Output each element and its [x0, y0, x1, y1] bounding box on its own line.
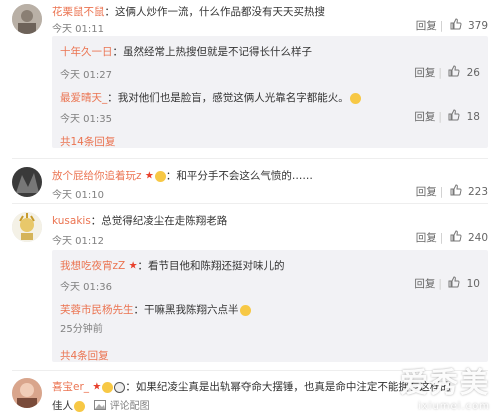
- like-count: 240: [467, 231, 488, 244]
- thumbs-up-icon[interactable]: [448, 65, 460, 80]
- comment-actions: 回复 | 240: [415, 230, 488, 245]
- reply-time: 今天 01:35: [60, 114, 112, 125]
- reply-body: 我想吃夜宵zZ ★：看节目他和陈翔还挺对味儿的: [60, 258, 285, 273]
- comment-body: 喜宝er_ ★ ：如果纪凌尘真是出轨幂夺命大摆锤，也真是命中注定不能拥有这样的: [52, 379, 451, 394]
- face-emoji-icon: [154, 170, 166, 182]
- avatar[interactable]: [12, 167, 42, 197]
- reply-text: ：我对他们也是脸盲，感觉这俩人光靠名字都能火。: [107, 92, 349, 104]
- thumbs-up-icon[interactable]: [450, 184, 462, 199]
- reply-body: 最爱晴天_：我对他们也是脸盲，感觉这俩人光靠名字都能火。: [60, 90, 361, 105]
- reply-body: 芙蓉市民杨先生：干嘛黑我陈翔六点半: [60, 302, 251, 317]
- reply-text: ：干嘛黑我陈翔六点半: [133, 304, 239, 316]
- comment-text: ：和平分手不会这么气愤的……: [165, 170, 313, 182]
- username[interactable]: 我想吃夜宵zZ: [60, 260, 125, 272]
- watermark-url: ixiumei.com: [417, 401, 490, 412]
- reply-button[interactable]: 回复: [416, 184, 437, 199]
- comment-text: ：总觉得纪凌尘在走陈翔老路: [90, 215, 228, 227]
- reply-time: 25分钟前: [60, 324, 103, 335]
- reply-body: 十年久一日：虽然经常上热搜但就是不记得长什么样子: [60, 44, 312, 59]
- comment-time: 今天 01:11: [52, 24, 104, 35]
- reply-actions: 回复 | 26: [414, 65, 480, 80]
- sweat-emoji-icon: [74, 400, 85, 412]
- comment-body: 花栗鼠不鼠：这俩人炒作一流，什么作品都没有天天买热搜: [52, 4, 325, 19]
- avatar[interactable]: [12, 212, 42, 242]
- reply-button[interactable]: 回复: [416, 18, 437, 33]
- reply-thread: 我想吃夜宵zZ ★：看节目他和陈翔还挺对味儿的 今天 01:36 回复 | 10 …: [52, 250, 488, 362]
- site-watermark: 爱秀美 ixiumei.com: [400, 361, 490, 412]
- reply-thread: 十年久一日：虽然经常上热搜但就是不记得长什么样子 今天 01:27 回复 | 26…: [52, 36, 488, 148]
- panda-emoji-icon: [114, 381, 126, 393]
- comment-body-cont: 佳人 评论配图: [52, 397, 150, 413]
- username[interactable]: 放个屁给你追着玩z: [52, 170, 142, 182]
- reply-actions: 回复 | 10: [414, 276, 480, 291]
- watermark-title: 爱秀美: [399, 366, 490, 399]
- comment-text: ：这俩人炒作一流，什么作品都没有天天买热搜: [104, 6, 326, 18]
- reply-time: 今天 01:27: [60, 70, 112, 81]
- thumbs-up-icon[interactable]: [450, 18, 462, 33]
- divider: [12, 158, 488, 159]
- reply-button[interactable]: 回复: [414, 65, 435, 80]
- username[interactable]: 花栗鼠不鼠: [52, 6, 105, 18]
- star-icon: ★: [128, 260, 138, 272]
- comment-time: 今天 01:12: [52, 236, 104, 247]
- like-count: 18: [466, 110, 480, 123]
- reply-button[interactable]: 回复: [414, 109, 435, 124]
- thumbs-up-icon[interactable]: [448, 109, 460, 124]
- face-emoji-icon: [102, 381, 114, 393]
- username[interactable]: 最爱晴天_: [60, 92, 107, 104]
- smirk-emoji-icon: [239, 304, 251, 316]
- username[interactable]: 喜宝er_: [52, 381, 89, 393]
- comment-time: 今天 01:10: [52, 190, 104, 201]
- username[interactable]: 芙蓉市民杨先生: [60, 304, 134, 316]
- username[interactable]: kusakis: [52, 215, 91, 227]
- reply-button[interactable]: 回复: [414, 276, 435, 291]
- more-replies-link[interactable]: 共14条回复: [60, 134, 115, 149]
- more-replies-link[interactable]: 共4条回复: [60, 348, 109, 363]
- divider: [12, 203, 488, 204]
- comment-body: 放个屁给你追着玩z ★ ：和平分手不会这么气愤的……: [52, 168, 313, 183]
- reply-actions: 回复 | 18: [414, 109, 480, 124]
- like-count: 223: [467, 185, 488, 198]
- comment-body: kusakis：总觉得纪凌尘在走陈翔老路: [52, 213, 227, 228]
- like-count: 10: [466, 277, 480, 290]
- star-icon: ★: [144, 170, 154, 182]
- thumbs-up-icon[interactable]: [450, 230, 462, 245]
- avatar[interactable]: [12, 378, 42, 408]
- reply-text: ：虽然经常上热搜但就是不记得长什么样子: [112, 46, 313, 58]
- avatar[interactable]: [12, 4, 42, 34]
- username[interactable]: 十年久一日: [60, 46, 113, 58]
- comment-image-link[interactable]: 评论配图: [110, 401, 150, 412]
- image-icon[interactable]: [94, 399, 107, 413]
- comment-text-cont: 佳人: [52, 400, 73, 412]
- comment-actions: 回复 | 223: [415, 184, 488, 199]
- star-icon: ★: [92, 381, 102, 393]
- reply-time: 今天 01:36: [60, 282, 112, 293]
- reply-text: ：看节目他和陈翔还挺对味儿的: [137, 260, 285, 272]
- laughing-emoji-icon: [349, 92, 361, 104]
- thumbs-up-icon[interactable]: [448, 276, 460, 291]
- like-count: 26: [466, 66, 480, 79]
- comment-actions: 回复 | 379: [415, 18, 488, 33]
- like-count: 379: [467, 19, 488, 32]
- reply-button[interactable]: 回复: [416, 230, 437, 245]
